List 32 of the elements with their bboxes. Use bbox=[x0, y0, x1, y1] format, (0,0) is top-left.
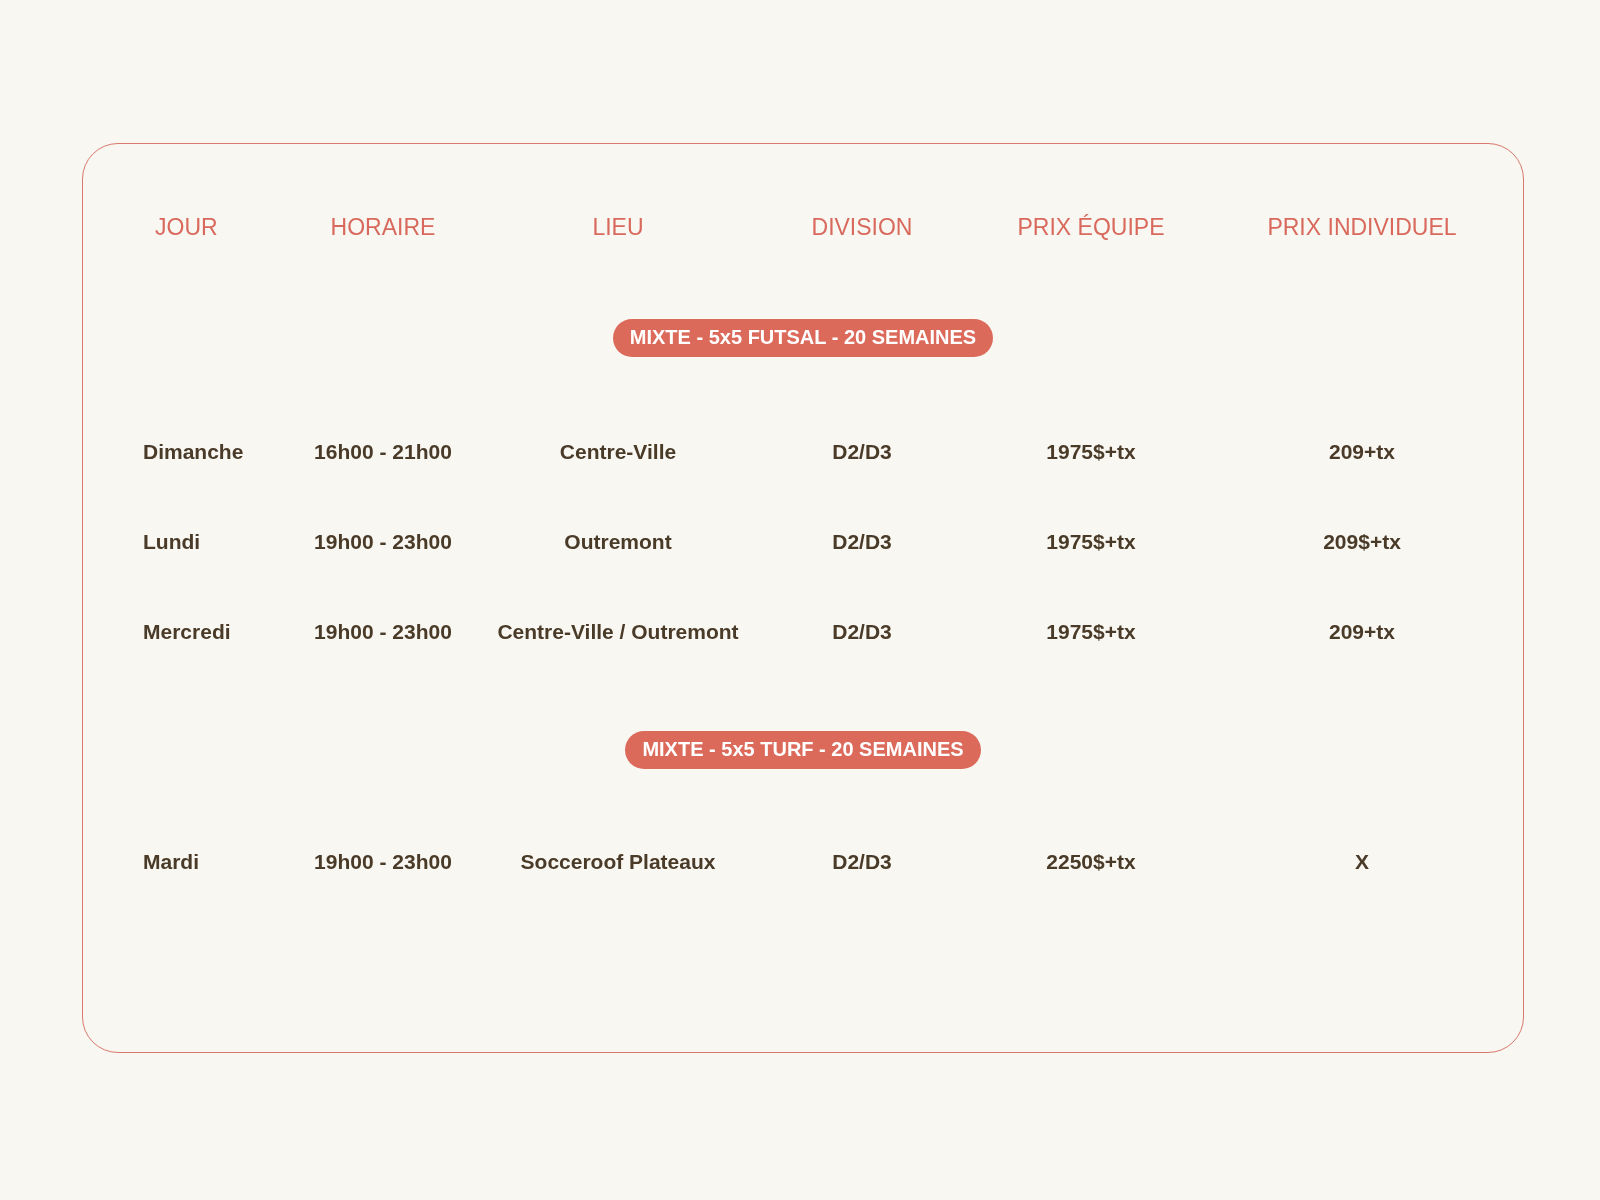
table-cell-text: 209+tx bbox=[1328, 440, 1395, 464]
section-badge: MIXTE - 5x5 TURF - 20 SEMAINES bbox=[625, 731, 981, 769]
table-cell: D2/D3 bbox=[832, 620, 892, 644]
table-cell-text: 209+tx bbox=[1328, 620, 1395, 644]
table-cell: D2/D3 bbox=[832, 440, 892, 464]
table-cell: 19h00 - 23h00 bbox=[314, 850, 452, 874]
table-cell: 1975$+tx bbox=[1046, 530, 1136, 554]
table-cell-text: X bbox=[1354, 850, 1369, 874]
table-cell: Centre-Ville bbox=[559, 440, 677, 464]
table-cell: 1975$+tx bbox=[1046, 440, 1136, 464]
table-cell: D2/D3 bbox=[832, 530, 892, 554]
table-cell: 1975$+tx bbox=[1046, 620, 1136, 644]
table-cell: Mercredi bbox=[143, 620, 231, 644]
table-cell: Mardi bbox=[143, 850, 199, 874]
column-header: PRIX INDIVIDUEL bbox=[1266, 214, 1457, 241]
table-cell: Outremont bbox=[564, 530, 672, 554]
column-header: JOUR bbox=[154, 214, 218, 241]
column-header: HORAIRE bbox=[330, 214, 436, 241]
column-header: DIVISION bbox=[811, 214, 913, 241]
table-cell: Centre-Ville / Outremont bbox=[497, 620, 739, 644]
table-cell: D2/D3 bbox=[832, 850, 892, 874]
table-cell: 19h00 - 23h00 bbox=[314, 620, 452, 644]
section-badge: MIXTE - 5x5 FUTSAL - 20 SEMAINES bbox=[612, 319, 994, 357]
table-cell: Socceroof Plateaux bbox=[520, 850, 716, 874]
table-cell: 19h00 - 23h00 bbox=[314, 530, 452, 554]
column-header: PRIX ÉQUIPE bbox=[1017, 214, 1165, 241]
table-cell: Lundi bbox=[143, 530, 201, 554]
table-cell: 2250$+tx bbox=[1046, 850, 1136, 874]
table-cell: Dimanche bbox=[143, 440, 244, 464]
table-cell-text: 209$+tx bbox=[1322, 530, 1401, 554]
table-cell: 16h00 - 21h00 bbox=[314, 440, 452, 464]
column-header: LIEU bbox=[592, 214, 644, 241]
